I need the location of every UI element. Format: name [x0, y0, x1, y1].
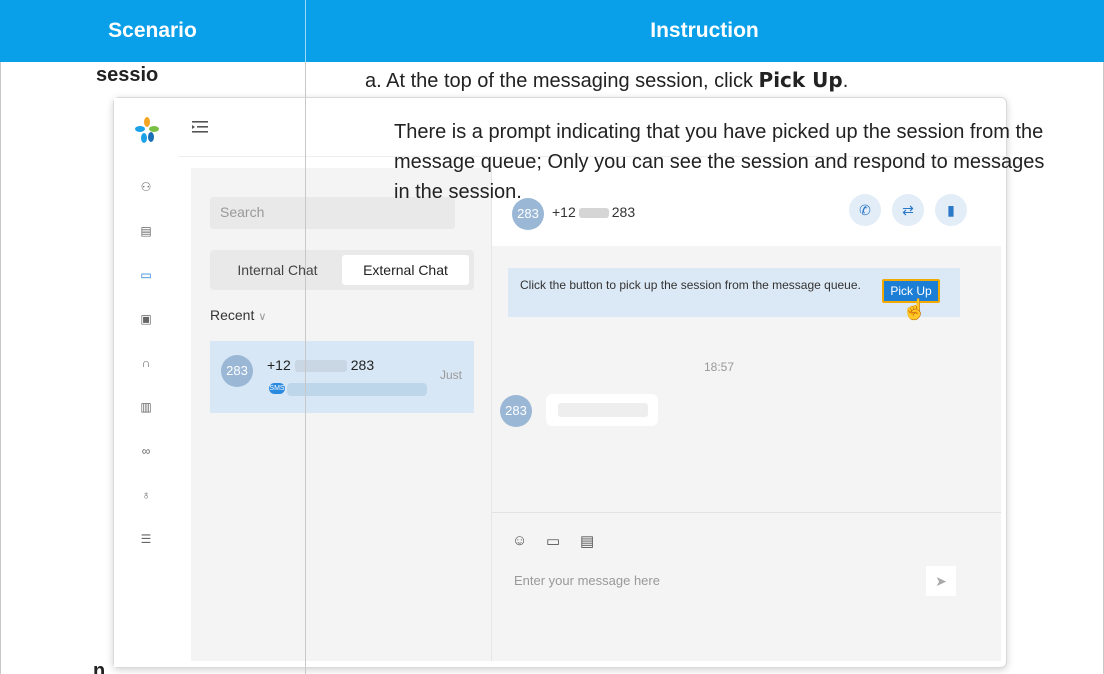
contacts-icon[interactable]: ⚇: [138, 180, 154, 196]
message-input[interactable]: Enter your message here: [508, 566, 925, 596]
headset-icon[interactable]: ∩: [138, 356, 154, 372]
message-bubble: [546, 394, 658, 426]
pickup-notice: Click the button to pick up the session …: [508, 268, 960, 321]
hand-cursor-icon: ☝: [902, 299, 927, 321]
chat-tabs: Internal Chat External Chat: [210, 250, 474, 290]
table-header: Scenario Instruction: [0, 0, 1104, 62]
instruction-paragraph: There is a prompt indicating that you ha…: [394, 121, 1045, 203]
emoji-icon[interactable]: ☺: [512, 532, 527, 549]
step-prefix: a. At the top of the messaging session, …: [365, 70, 759, 92]
avatar: 283: [500, 395, 532, 427]
message-timestamp: 18:57: [704, 360, 735, 374]
sms-icon: SMS: [269, 383, 285, 394]
chat-icon[interactable]: ▭: [138, 268, 154, 284]
tab-external-chat[interactable]: External Chat: [342, 255, 469, 285]
monitor-icon[interactable]: ▣: [138, 312, 154, 328]
recent-filter[interactable]: Recent ∨: [210, 307, 266, 323]
redacted-blur: [578, 208, 609, 219]
conversation-time: Just: [440, 368, 463, 382]
menu-toggle-icon[interactable]: [192, 120, 208, 134]
report-icon[interactable]: ▥: [138, 400, 154, 416]
instruction-step: a. At the top of the messaging session, …: [365, 68, 848, 93]
redacted-blur: [558, 403, 648, 417]
step-action: Pick Up: [758, 68, 843, 92]
avatar: 283: [221, 355, 253, 387]
step-suffix: .: [842, 70, 849, 92]
settings-icon[interactable]: ☰: [138, 532, 154, 548]
conversation-name: +12 283: [267, 357, 374, 373]
message-preview-blur: [287, 383, 427, 396]
header-scenario: Scenario: [108, 19, 197, 42]
redacted-blur: [294, 360, 347, 373]
tab-internal-chat[interactable]: Internal Chat: [215, 255, 340, 285]
table-border-left: [0, 0, 1, 674]
recent-label: Recent: [210, 307, 255, 323]
recording-icon[interactable]: ♁: [138, 488, 154, 504]
scenario-text-bottom: n: [93, 660, 106, 674]
clipboard-icon[interactable]: ▤: [580, 532, 594, 550]
phonebook-icon[interactable]: ▤: [138, 224, 154, 240]
name-suffix: 283: [350, 357, 375, 373]
chevron-down-icon: ∨: [258, 311, 267, 323]
voicemail-icon[interactable]: ∞: [138, 444, 154, 460]
name-prefix: +12: [267, 357, 291, 373]
column-divider: [305, 62, 306, 674]
chat-list-panel: [191, 168, 491, 661]
logo-icon: [135, 117, 159, 143]
send-icon[interactable]: ➤: [926, 566, 956, 596]
folder-icon[interactable]: ▭: [546, 532, 560, 550]
list-item[interactable]: 283 +12 283 Just SMS: [210, 341, 474, 413]
nav-rail: ⚇ ▤ ▭ ▣ ∩ ▥ ∞ ♁ ☰: [114, 98, 178, 667]
compose-divider: [492, 512, 1001, 513]
header-instruction: Instruction: [650, 19, 759, 42]
notice-text: Click the button to pick up the session …: [520, 278, 861, 292]
scenario-text-top: sessio: [96, 64, 159, 86]
